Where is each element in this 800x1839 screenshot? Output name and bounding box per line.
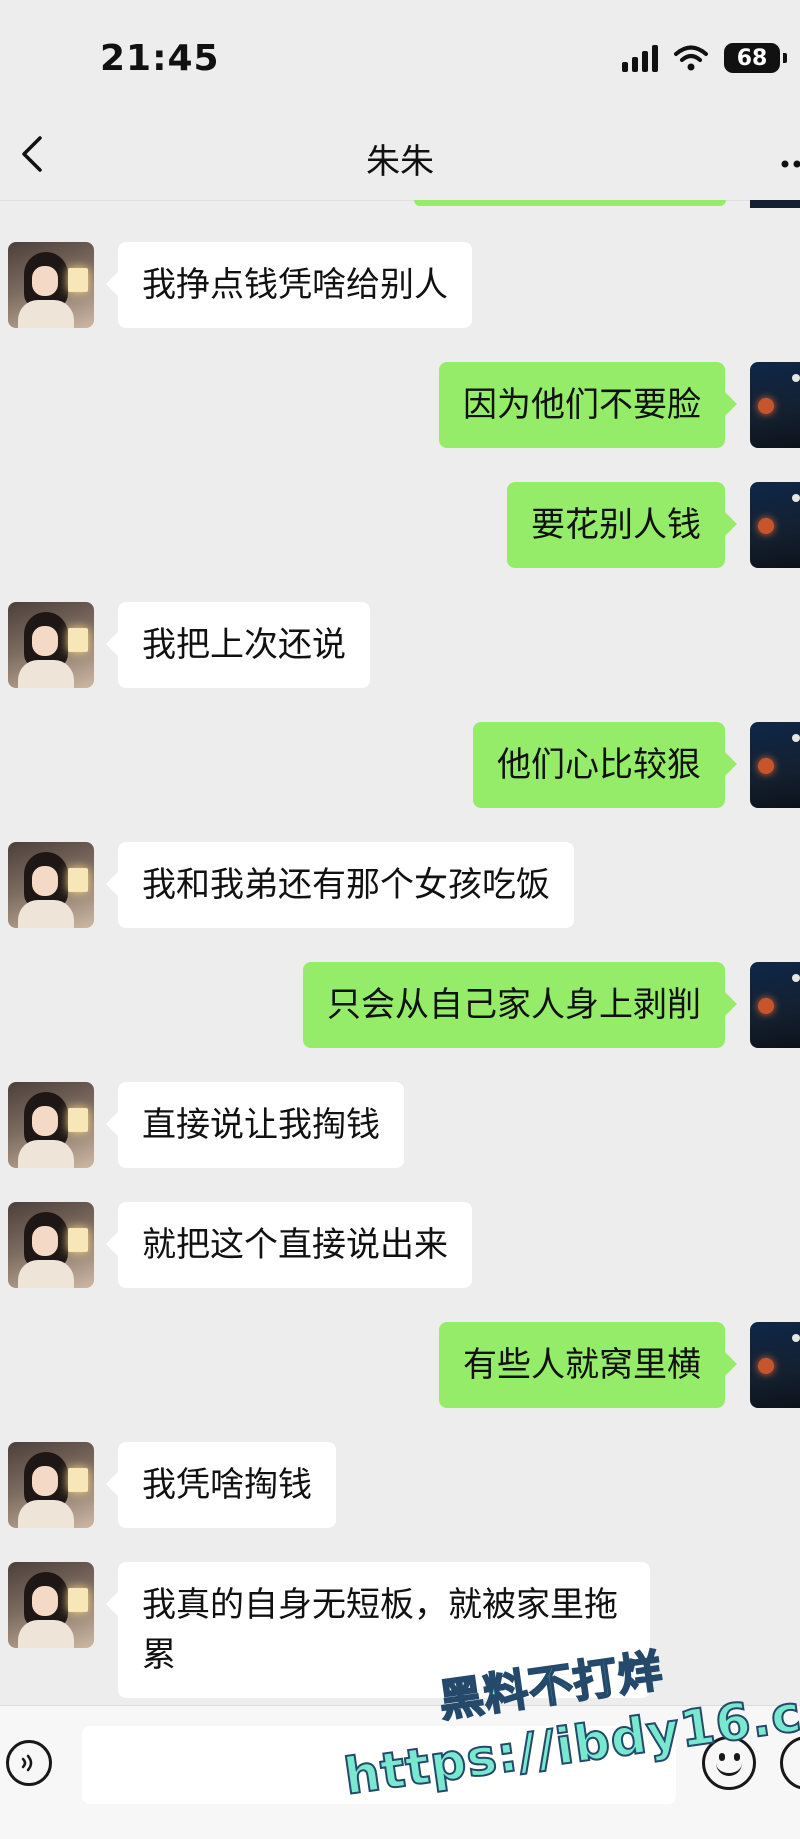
wifi-icon — [674, 45, 708, 71]
message-bubble[interactable]: 只会从自己家人身上剥削 — [303, 962, 725, 1048]
my-avatar[interactable] — [750, 362, 800, 448]
message-bubble[interactable]: 要花别人钱 — [507, 482, 725, 568]
chat-header: 朱朱 — [0, 110, 800, 201]
partial-message-bubble — [414, 200, 726, 206]
message-bubble[interactable]: 我挣点钱凭啥给别人 — [118, 242, 472, 328]
contact-avatar[interactable] — [8, 242, 94, 328]
status-icons: 68 — [622, 40, 780, 76]
message-bubble[interactable]: 我把上次还说 — [118, 602, 370, 688]
signal-icon — [622, 44, 658, 72]
battery-icon: 68 — [724, 43, 780, 73]
contact-avatar[interactable] — [8, 1202, 94, 1288]
contact-avatar[interactable] — [8, 1082, 94, 1168]
more-dots-icon[interactable] — [780, 154, 800, 164]
my-avatar[interactable] — [750, 962, 800, 1048]
contact-avatar[interactable] — [8, 1442, 94, 1528]
message-bubble[interactable]: 因为他们不要脸 — [439, 362, 725, 448]
message-bubble[interactable]: 我和我弟还有那个女孩吃饭 — [118, 842, 574, 928]
status-bar: 21:45 68 — [0, 0, 800, 110]
voice-icon[interactable] — [6, 1740, 52, 1786]
status-time: 21:45 — [100, 38, 220, 79]
message-list[interactable]: 我挣点钱凭啥给别人 因为他们不要脸 要花别人钱 我把上次还说 他们心比较狠 我和… — [0, 200, 800, 1705]
message-bubble[interactable]: 有些人就窝里横 — [439, 1322, 725, 1408]
my-avatar[interactable] — [750, 482, 800, 568]
chat-title: 朱朱 — [0, 134, 800, 183]
contact-avatar[interactable] — [8, 602, 94, 688]
partial-avatar — [750, 200, 800, 208]
message-bubble[interactable]: 直接说让我掏钱 — [118, 1082, 404, 1168]
my-avatar[interactable] — [750, 1322, 800, 1408]
message-bubble[interactable]: 就把这个直接说出来 — [118, 1202, 472, 1288]
message-bubble[interactable]: 他们心比较狠 — [473, 722, 725, 808]
contact-avatar[interactable] — [8, 842, 94, 928]
message-bubble[interactable]: 我凭啥掏钱 — [118, 1442, 336, 1528]
my-avatar[interactable] — [750, 722, 800, 808]
contact-avatar[interactable] — [8, 1562, 94, 1648]
